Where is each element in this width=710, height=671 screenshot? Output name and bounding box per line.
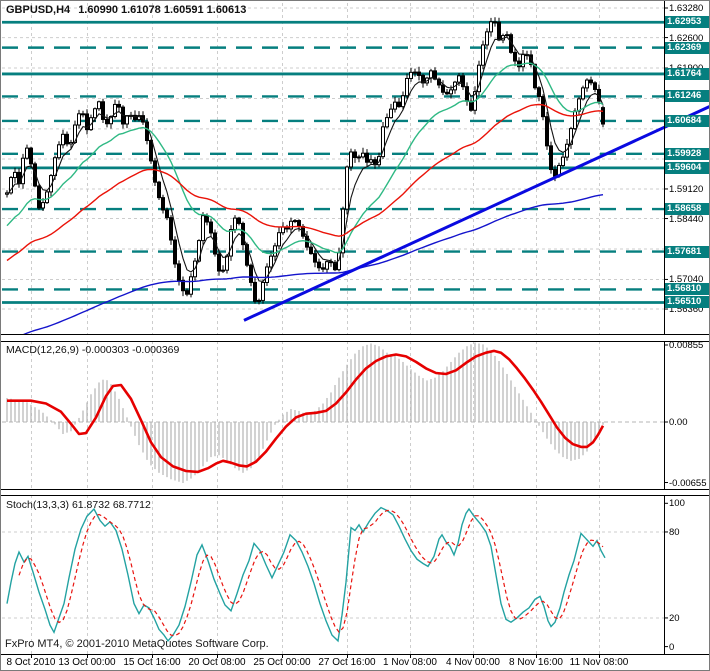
chart-background: [1, 1, 709, 670]
time-axis-label: 11 Nov 08:00: [569, 657, 629, 668]
price-level-badge: 1.61764: [665, 67, 709, 80]
price-level-badge: 1.59604: [665, 161, 709, 174]
price-level-badge: 1.56810: [665, 283, 709, 296]
symbol-timeframe-label: GBPUSD,H4: [6, 4, 71, 16]
macd-indicator-label: MACD(12,26,9) -0.000303 -0.000369: [6, 344, 180, 356]
price-axis-tick-label: 1.63280: [669, 3, 704, 14]
copyright-label: FxPro MT4, © 2001-2010 MetaQuotes Softwa…: [5, 638, 269, 650]
stoch-axis-tick-label: 20: [669, 612, 680, 624]
price-level-badge: 1.62369: [665, 41, 709, 54]
price-axis-tick-label: 1.58440: [669, 213, 704, 225]
price-level-badge: 1.62953: [665, 16, 709, 29]
chart-canvas[interactable]: [1, 1, 710, 671]
macd-axis-tick-label: 0.00855: [669, 340, 704, 351]
price-level-badge: 1.58658: [665, 203, 709, 216]
stoch-axis-tick-label: 80: [669, 526, 680, 538]
stoch-axis-tick-label: 0: [669, 641, 675, 653]
price-level-badge: 1.59928: [665, 147, 709, 160]
macd-axis-tick-label: -0.00655: [669, 477, 707, 489]
price-axis-tick-label: 1.59120: [669, 183, 704, 195]
stoch-axis-tick-label: 100: [669, 498, 685, 510]
price-level-badge: 1.57681: [665, 245, 709, 258]
ohlc-values-label: 1.60990 1.61078 1.60591 1.60613: [78, 4, 247, 16]
stoch-indicator-label: Stoch(13,3,3) 61.8732 68.7712: [6, 499, 151, 511]
price-level-badge: 1.56510: [665, 296, 709, 309]
price-level-badge: 1.60684: [665, 114, 709, 127]
macd-axis-tick-label: 0.00: [669, 417, 688, 428]
price-level-badge: 1.61246: [665, 90, 709, 103]
chart-window: GBPUSD,H4 1.60990 1.61078 1.60591 1.60613…: [0, 0, 710, 671]
chart-title: GBPUSD,H4 1.60990 1.61078 1.60591 1.60613: [6, 4, 246, 16]
